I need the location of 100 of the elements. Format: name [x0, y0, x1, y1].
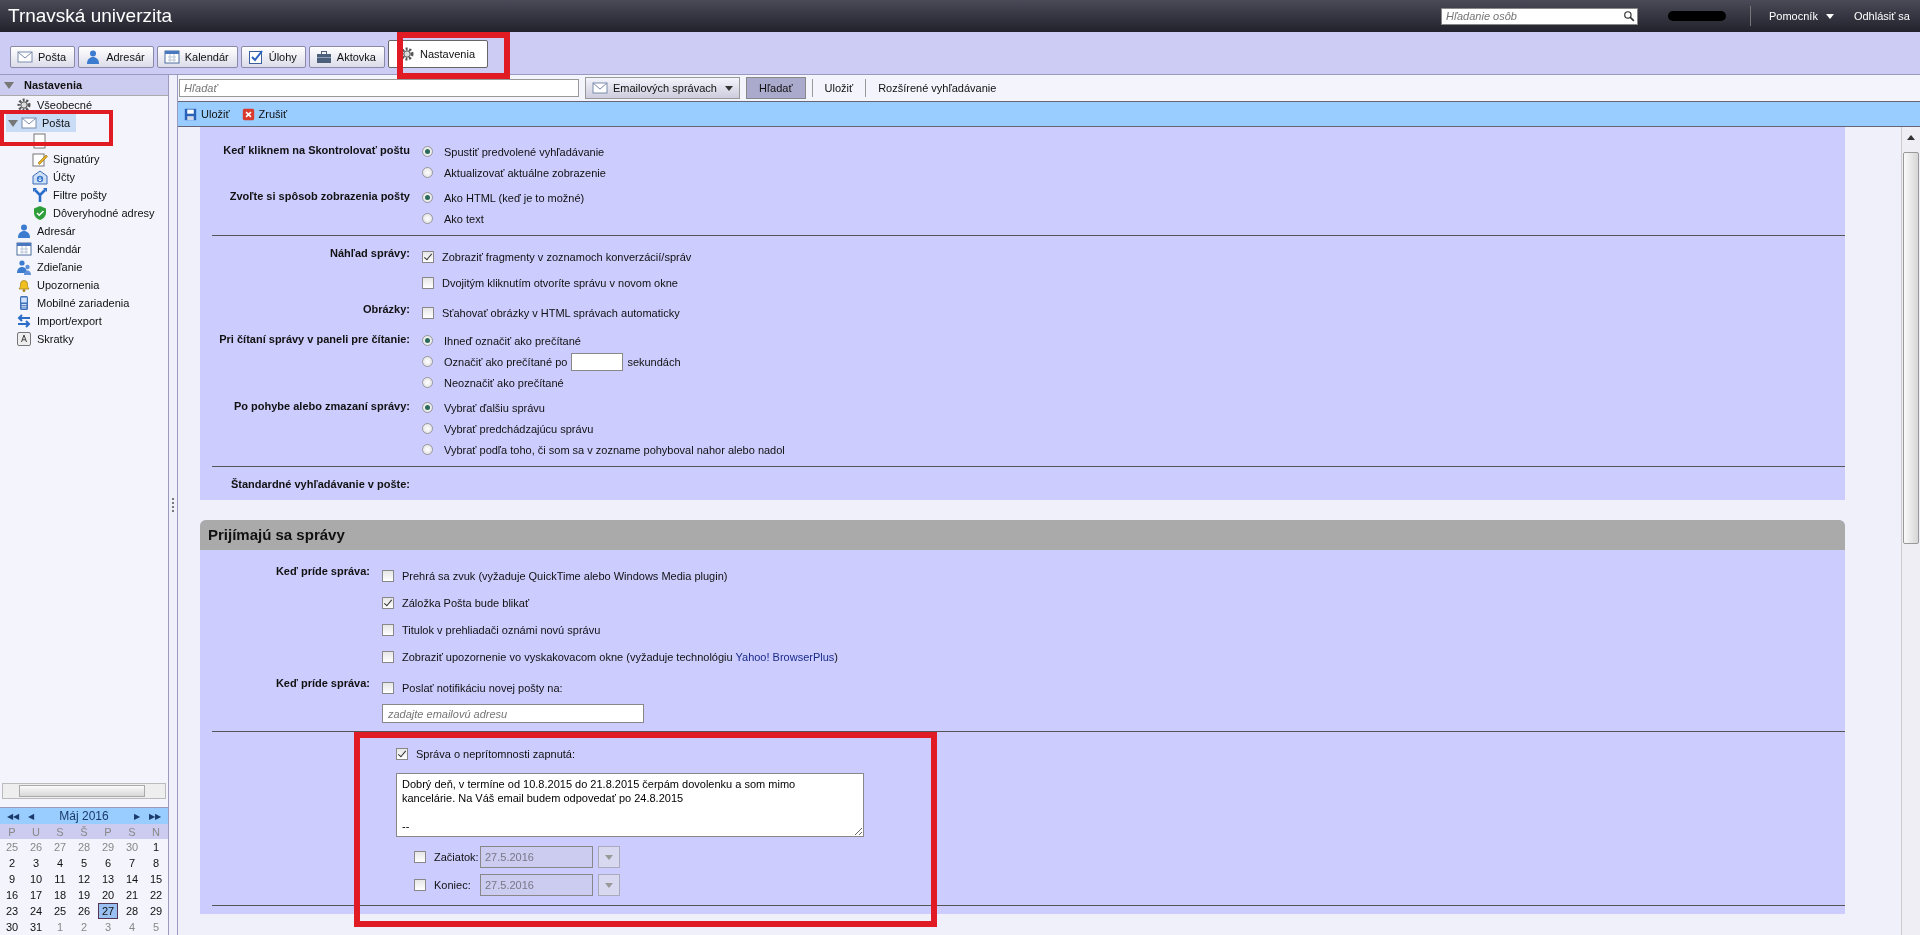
radio-button[interactable] — [422, 146, 433, 157]
checkbox[interactable] — [422, 251, 434, 263]
calendar-day[interactable]: 6 — [98, 855, 118, 871]
checkbox[interactable] — [382, 681, 394, 694]
calendar-day[interactable]: 18 — [50, 887, 70, 903]
advanced-search-link[interactable]: Rozšírené vyhľadávanie — [872, 82, 1003, 94]
tree-item[interactable]: Signatúry — [6, 150, 106, 168]
tree-item[interactable]: Kalendár — [6, 240, 88, 258]
tree-item[interactable]: Účty — [6, 168, 81, 186]
date-label: Koniec: — [434, 879, 472, 891]
link[interactable]: Yahoo! BrowserPlus — [735, 650, 835, 663]
tree-item[interactable]: Zdieľanie — [6, 258, 89, 276]
header-link[interactable]: Odhlásiť sa — [1853, 10, 1910, 22]
seconds-field[interactable] — [571, 352, 624, 371]
calendar-day[interactable]: 29 — [146, 903, 166, 919]
option-label: Správa o neprítomnosti zapnutá: — [416, 747, 575, 760]
checkbox[interactable] — [422, 307, 434, 319]
calendar-day[interactable]: 22 — [146, 887, 166, 903]
calendar-day[interactable]: 4 — [50, 855, 70, 871]
checkbox[interactable] — [422, 277, 434, 289]
next-year-button[interactable]: ▶▶ — [146, 811, 164, 821]
tree-item[interactable]: Mobilné zariadenia — [6, 294, 136, 312]
tree-item[interactable]: Adresár — [6, 222, 82, 240]
calendar-day[interactable]: 21 — [122, 887, 142, 903]
calendar-day[interactable]: 20 — [98, 887, 118, 903]
calendar-day[interactable]: 15 — [146, 871, 166, 887]
calendar-day[interactable]: 11 — [50, 871, 70, 887]
calendar-day[interactable]: 30 — [2, 919, 22, 935]
calendar-day[interactable]: 1 — [50, 919, 70, 935]
checkbox[interactable] — [382, 569, 394, 582]
calendar-day[interactable]: 9 — [2, 871, 22, 887]
app-tab[interactable]: Nastavenia — [388, 40, 489, 68]
calendar-day[interactable]: 28 — [122, 903, 142, 919]
radio-button[interactable] — [422, 402, 433, 413]
radio-button[interactable] — [422, 444, 433, 455]
setting-label: Náhľad správy: — [329, 247, 410, 259]
app-tab[interactable]: Adresár — [78, 46, 154, 68]
tree-item[interactable]: Upozornenia — [6, 276, 106, 294]
cancel-button[interactable]: Zrušiť — [237, 104, 292, 124]
calendar-day[interactable]: 1 — [146, 839, 166, 855]
tree-item[interactable]: Filtre pošty — [6, 186, 113, 204]
app-tab[interactable]: Úlohy — [240, 46, 306, 68]
calendar-day[interactable]: 14 — [122, 871, 142, 887]
search-field[interactable]: Hľadať — [179, 79, 579, 97]
weekday-label: S — [55, 824, 65, 840]
tree-item[interactable]: Import/export — [6, 312, 108, 330]
checkbox[interactable] — [382, 596, 394, 609]
radio-button[interactable] — [422, 423, 433, 434]
shield-icon — [32, 205, 48, 221]
next-month-button[interactable]: ▶ — [128, 811, 146, 821]
radio-button[interactable] — [422, 356, 433, 367]
checkbox[interactable] — [382, 650, 394, 663]
search-button[interactable]: Hľadať — [745, 77, 806, 99]
vertical-scrollbar[interactable] — [1901, 127, 1920, 935]
calendar-day[interactable]: 8 — [146, 855, 166, 871]
calendar-day[interactable]: 12 — [74, 871, 94, 887]
calendar-day[interactable]: 10 — [26, 871, 46, 887]
tree-item[interactable]: Všeobecné — [6, 96, 99, 114]
calendar-day[interactable]: 13 — [98, 871, 118, 887]
previous-month-button[interactable]: ◀ — [22, 811, 40, 821]
app-tab[interactable]: Kalendár — [156, 46, 238, 68]
scope-dropdown[interactable]: Emailových správach — [585, 77, 740, 99]
calendar-day[interactable]: 25 — [50, 903, 70, 919]
calendar-day[interactable]: 2 — [2, 855, 22, 871]
tree-item[interactable]: Skratky — [6, 330, 80, 348]
calendar-day[interactable]: 23 — [2, 903, 22, 919]
email-field[interactable]: zadajte emailovú adresu — [382, 704, 644, 723]
app-tab[interactable]: Aktovka — [308, 46, 385, 68]
checkbox[interactable] — [414, 879, 426, 891]
save-search-link[interactable]: Uložiť — [818, 82, 860, 94]
date-label: Začiatok: — [434, 851, 480, 863]
calendar-day[interactable]: 7 — [122, 855, 142, 871]
radio-button[interactable] — [422, 167, 433, 178]
calendar-day[interactable]: 31 — [26, 919, 46, 935]
calendar-day[interactable]: 3 — [26, 855, 46, 871]
calendar-day[interactable]: 26 — [74, 903, 94, 919]
save-button[interactable]: Uložiť — [180, 104, 234, 124]
calendar-day[interactable]: 27 — [98, 903, 118, 919]
radio-button[interactable] — [422, 377, 433, 388]
horizontal-scrollbar[interactable] — [2, 783, 166, 799]
checkbox[interactable] — [396, 747, 408, 760]
header-link[interactable]: Pomocník — [1768, 10, 1844, 22]
expander-icon[interactable] — [4, 81, 14, 89]
calendar-day[interactable]: 16 — [2, 887, 22, 903]
message-textarea[interactable]: Dobrý deň, v termíne od 10.8.2015 do 21.8.2015 čerpám dovolenku a som mimo kancelárie. Na Váš email budem odpovedať po 24.8.2015 -- — [396, 773, 864, 837]
radio-button[interactable] — [422, 335, 433, 346]
checkbox[interactable] — [382, 623, 394, 636]
app-tab[interactable]: Pošta — [10, 46, 76, 68]
radio-button[interactable] — [422, 213, 433, 224]
previous-year-button[interactable]: ◀◀ — [4, 811, 22, 821]
calendar-day[interactable]: 17 — [26, 887, 46, 903]
radio-button[interactable] — [422, 192, 433, 203]
tree-item[interactable]: Dôveryhodné adresy — [6, 204, 161, 222]
calendar-day[interactable]: 19 — [74, 887, 94, 903]
checkbox[interactable] — [414, 851, 426, 863]
tree-header[interactable]: Nastavenia — [0, 75, 168, 96]
calendar-day[interactable]: 5 — [74, 855, 94, 871]
tree-item[interactable]: Pošta — [6, 114, 77, 132]
calendar-day[interactable]: 24 — [26, 903, 46, 919]
bell-icon — [16, 277, 32, 293]
